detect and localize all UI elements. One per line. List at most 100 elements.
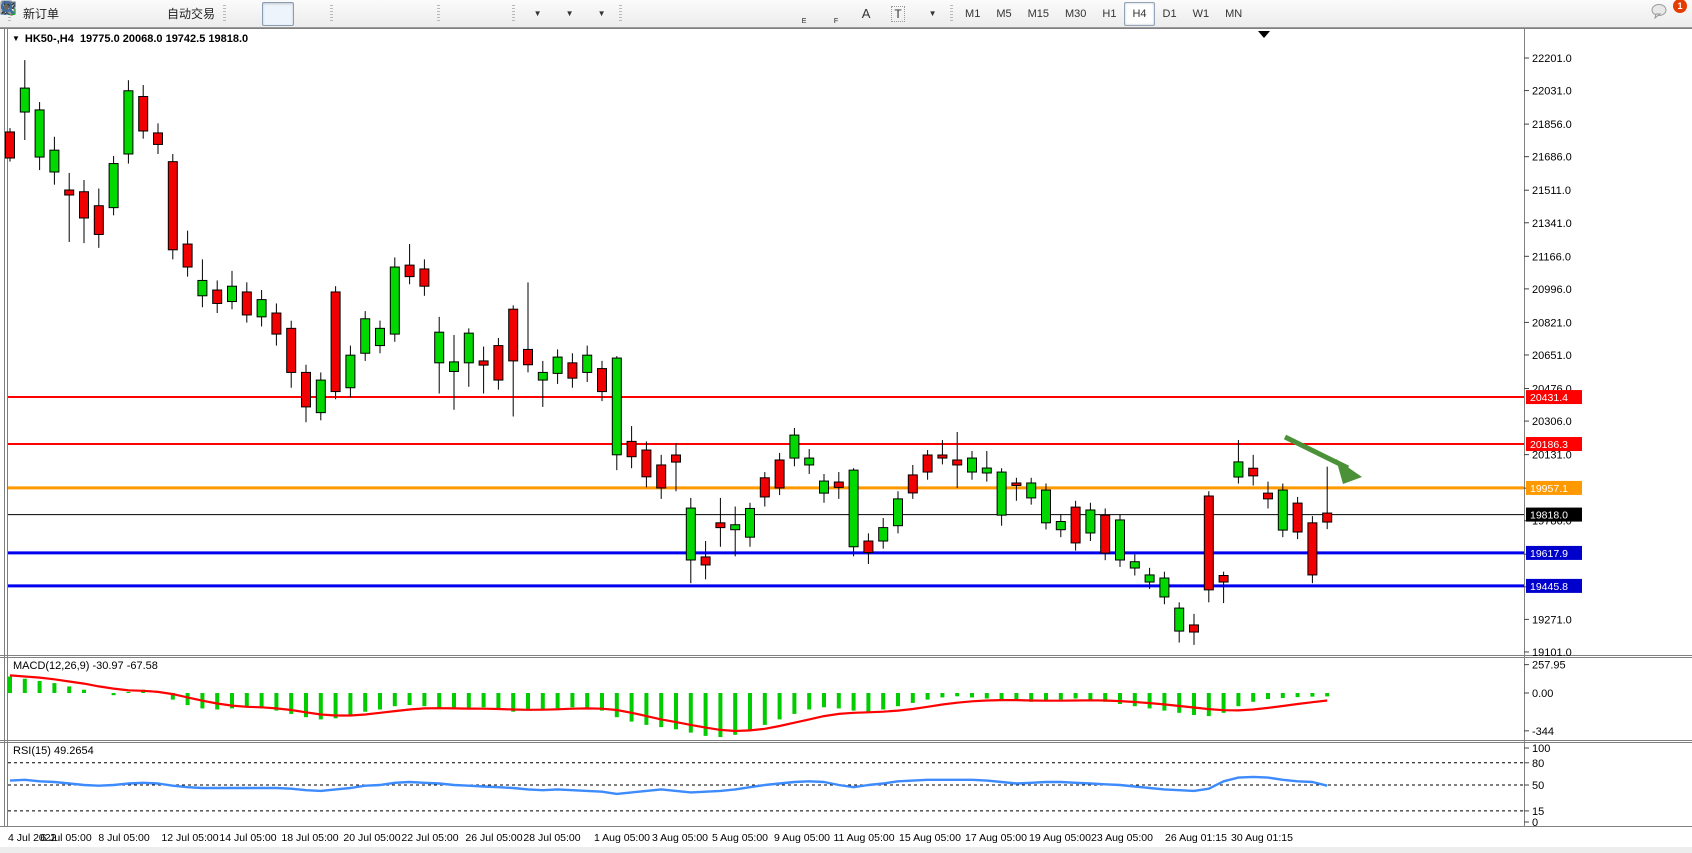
time-axis-label: 28 Jul 05:00 [523, 832, 580, 844]
candle [538, 361, 547, 407]
candle [213, 280, 222, 313]
candle [479, 347, 488, 394]
price-tick-label: 19271.0 [1532, 614, 1572, 626]
candle [820, 474, 829, 503]
candle [361, 311, 370, 361]
candle [672, 443, 681, 491]
time-axis-label: 20 Jul 05:00 [343, 832, 400, 844]
macd-signal-line [10, 675, 1327, 731]
price-tick-label: 20306.0 [1532, 416, 1572, 428]
rsi-tick-label: 0 [1532, 817, 1538, 829]
chart-title[interactable]: ▼HK50-,H4 19775.0 20068.0 19742.5 19818.… [12, 33, 248, 45]
candle [183, 231, 192, 277]
chart-dropdown-icon: ▼ [12, 34, 20, 43]
candle [168, 154, 177, 259]
candle [287, 321, 296, 388]
time-axis-label: 9 Aug 05:00 [774, 832, 830, 844]
time-axis-label: 30 Aug 01:15 [1231, 832, 1293, 844]
rsi-tick-label: 80 [1532, 758, 1544, 770]
candle [1042, 484, 1051, 530]
time-axis-label: 15 Aug 05:00 [899, 832, 961, 844]
price-tick-label: 22031.0 [1532, 86, 1572, 98]
candle [198, 259, 207, 307]
candle [731, 507, 740, 557]
time-axis-label: 22 Jul 05:00 [401, 832, 458, 844]
candle [982, 451, 991, 482]
macd-indicator-label: MACD(12,26,9) -30.97 -67.58 [13, 660, 158, 672]
candle [1160, 572, 1169, 605]
price-tick-label: 21686.0 [1532, 152, 1572, 164]
trend-arrow-head [1336, 459, 1362, 484]
price-tick-label: 21166.0 [1532, 251, 1571, 263]
rsi-tick-label: 50 [1532, 780, 1544, 792]
candle [524, 282, 533, 372]
candle [834, 472, 843, 499]
candle [376, 321, 385, 354]
candle [302, 365, 311, 422]
candle [864, 533, 873, 564]
price-badge-label: 19617.9 [1530, 548, 1568, 560]
candle [272, 303, 281, 345]
candle [346, 346, 355, 398]
time-axis-label: 26 Aug 01:15 [1165, 832, 1227, 844]
candle [316, 372, 325, 420]
candle [849, 468, 858, 556]
candle [997, 468, 1006, 525]
candle [1234, 440, 1243, 483]
candle [494, 338, 503, 390]
candle [1308, 516, 1317, 583]
candle [1101, 508, 1110, 560]
price-badge-label: 20186.3 [1530, 439, 1568, 451]
time-axis-label: 12 Jul 05:00 [161, 832, 218, 844]
candle [1204, 491, 1213, 602]
candle [420, 259, 429, 295]
candle [65, 173, 74, 242]
trading-terminal-window: 新订单 自动交易 [0, 0, 1692, 853]
price-badge-label: 19957.1 [1530, 483, 1568, 495]
price-tick-label: 19101.0 [1532, 647, 1572, 659]
candle [124, 80, 133, 163]
candle [435, 317, 444, 394]
candle [1071, 501, 1080, 551]
candle [405, 244, 414, 284]
candle [1249, 455, 1258, 486]
candle [953, 432, 962, 488]
price-tick-label: 21856.0 [1532, 119, 1572, 131]
candle [1027, 478, 1036, 505]
candle [6, 128, 15, 162]
price-tick-label: 20996.0 [1532, 284, 1572, 296]
candle [879, 518, 888, 549]
candle [612, 356, 621, 470]
candle [242, 282, 251, 322]
candle [450, 335, 459, 410]
candle [20, 60, 29, 140]
time-axis-label: 5 Aug 05:00 [712, 832, 768, 844]
macd-tick-label: 257.95 [1532, 660, 1566, 672]
candle [686, 498, 695, 583]
candle [154, 123, 163, 154]
candle [331, 286, 340, 399]
rsi-tick-label: 100 [1532, 743, 1550, 755]
price-tick-label: 21511.0 [1532, 185, 1571, 197]
time-axis-label: 26 Jul 05:00 [465, 832, 522, 844]
candle [805, 449, 814, 474]
candle [109, 156, 118, 215]
price-tick-label: 22201.0 [1532, 53, 1572, 65]
time-axis-label: 17 Aug 05:00 [965, 832, 1027, 844]
time-axis-label: 6 Jul 05:00 [40, 832, 92, 844]
time-axis-label: 23 Aug 05:00 [1091, 832, 1153, 844]
candle [35, 102, 44, 170]
time-axis-label: 3 Aug 05:00 [652, 832, 708, 844]
macd-tick-label: 0.00 [1532, 688, 1553, 700]
price-tick-label: 20131.0 [1532, 450, 1572, 462]
candle [568, 353, 577, 387]
time-axis-label: 18 Jul 05:00 [281, 832, 338, 844]
rsi-indicator-label: RSI(15) 49.2654 [13, 745, 94, 757]
candle [228, 271, 237, 309]
candle [80, 180, 89, 243]
candle [50, 137, 59, 185]
candle [1116, 514, 1125, 567]
bottom-strip [0, 847, 1692, 853]
candle [716, 498, 725, 547]
price-badge-label: 19818.0 [1530, 510, 1568, 522]
